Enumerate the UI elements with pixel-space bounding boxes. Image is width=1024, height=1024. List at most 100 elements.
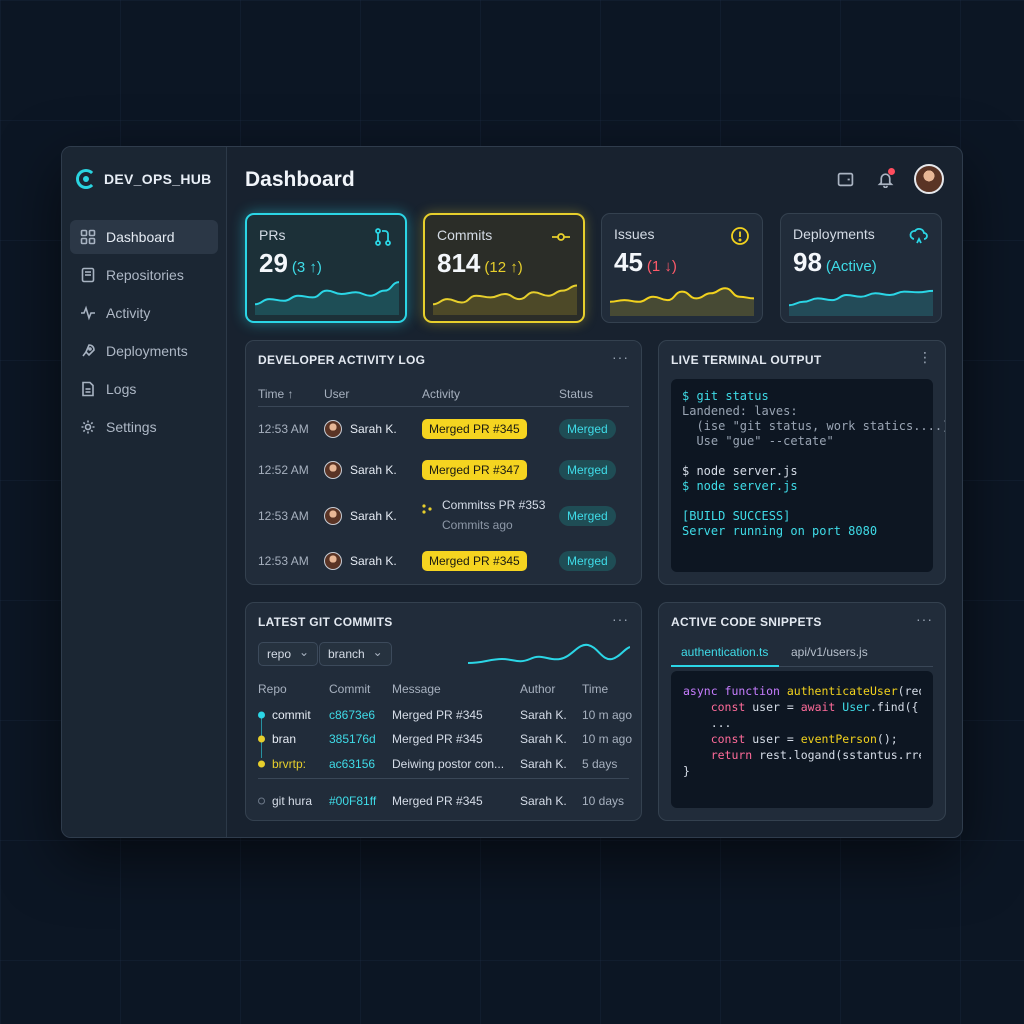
sparkline <box>433 284 577 315</box>
terminal-output[interactable]: $ git status Landened: laves: (ise "git s… <box>671 379 946 572</box>
main-content: Dashboard PRs 29 (3 ↑) Commits 814 (12 ↑) <box>228 147 962 837</box>
repo-icon <box>81 267 95 283</box>
commit-author: Sarah K. <box>520 757 567 771</box>
sidebar-item-label: Activity <box>106 305 151 321</box>
pull-request-icon <box>373 227 393 247</box>
sidebar-item-activity[interactable]: Activity <box>70 296 218 330</box>
more-icon[interactable]: ⋮ <box>918 349 933 366</box>
commit-time: 10 days <box>582 794 625 808</box>
sidebar-item-repositories[interactable]: Repositories <box>70 258 218 292</box>
sparkline <box>255 281 399 315</box>
cloud-icon <box>909 226 929 246</box>
commits-sparkline <box>468 643 630 664</box>
brand[interactable]: DEV_OPS_HUB <box>76 169 212 189</box>
column-header-time[interactable]: Time ↑ <box>258 387 294 401</box>
commit-repo: commit <box>272 708 311 722</box>
panel-title: ACTIVE CODE SNIPPETS <box>671 615 822 629</box>
sparkline <box>610 287 754 316</box>
kpi-label: Issues <box>614 226 655 242</box>
column-header-author[interactable]: Author <box>520 682 555 696</box>
avatar <box>324 461 342 479</box>
commit-repo: bran <box>272 732 297 746</box>
table-row[interactable]: 12:53 AM Sarah K. Merged PR #345 Merged <box>246 414 641 444</box>
branch-dropdown[interactable]: branch <box>319 641 392 666</box>
notification-badge <box>888 168 895 175</box>
sparkline-area <box>789 290 933 316</box>
table-row[interactable]: 12:53 AM Sarah K. Merged PR #345 Merged <box>246 546 641 576</box>
sidebar-item-logs[interactable]: Logs <box>70 372 218 406</box>
kpi-card-commits[interactable]: Commits 814 (12 ↑) <box>423 213 585 323</box>
more-icon[interactable]: ··· <box>612 349 629 365</box>
more-icon[interactable]: ··· <box>916 611 933 627</box>
terminal-line: $ node server.js <box>682 479 798 493</box>
gear-icon <box>81 420 95 434</box>
tab-users-api[interactable]: api/v1/users.js <box>791 645 868 659</box>
commit-time: 10 m ago <box>582 708 633 722</box>
alert-circle-icon <box>730 226 750 246</box>
commit-author: Sarah K. <box>520 708 567 722</box>
kpi-label: Commits <box>437 227 493 243</box>
avatar <box>324 420 342 438</box>
code-block[interactable]: async function authenticateUser(req, res… <box>671 671 933 808</box>
column-header-user[interactable]: User <box>324 387 349 401</box>
code-line: async function authenticateUser(req, res… <box>683 684 921 698</box>
column-header-repo[interactable]: Repo <box>258 682 287 696</box>
wallet-icon <box>837 172 853 186</box>
commit-row[interactable]: bran 385176d Merged PR #345 Sarah K. 10 m ag… <box>246 729 641 749</box>
kpi-card-deployments[interactable]: Deployments 98 (Active) <box>780 213 942 323</box>
row-time: 12:52 AM <box>258 463 309 477</box>
code-line: return rest.logand(sstantus.rresl); <box>683 748 921 762</box>
grid-icon <box>80 229 96 245</box>
sparkline-area <box>255 282 399 315</box>
wallet-button[interactable] <box>834 168 856 190</box>
commit-row[interactable]: brvrtp: ac63156 Deiwing postor con... Sarah… <box>246 754 641 774</box>
table-row[interactable]: 12:52 AM Sarah K. Merged PR #347 Merged <box>246 455 641 485</box>
terminal-panel: LIVE TERMINAL OUTPUT ⋮ $ git status Lande… <box>658 340 946 585</box>
commit-row[interactable]: git hura #00F81ff Merged PR #345 Sarah K. 10… <box>246 791 641 811</box>
commit-message: Deiwing postor con... <box>392 757 505 771</box>
commit-hash: ac63156 <box>329 757 376 771</box>
sidebar-item-label: Settings <box>106 419 157 435</box>
terminal-line: (ise "git status, work statics....) <box>682 419 946 433</box>
activity-pill: Merged PR #345 <box>422 551 527 571</box>
notifications-button[interactable] <box>874 168 896 190</box>
commit-author: Sarah K. <box>520 794 567 808</box>
git-commits-panel: LATEST GIT COMMITS ··· repo branch Repo … <box>245 602 642 821</box>
status-badge: Merged <box>559 419 616 439</box>
column-header-status[interactable]: Status <box>559 387 593 401</box>
sidebar-item-deployments[interactable]: Deployments <box>70 334 218 368</box>
activity-log-panel: DEVELOPER ACTIVITY LOG ··· Time ↑ User A… <box>245 340 642 585</box>
panel-title: LATEST GIT COMMITS <box>258 615 393 629</box>
sidebar-item-settings[interactable]: Settings <box>70 410 218 444</box>
commit-row[interactable]: commit c8673e6 Merged PR #345 Sarah K. 10 m … <box>246 705 641 725</box>
terminal-line: [BUILD SUCCESS] <box>682 509 791 523</box>
column-header-message[interactable]: Message <box>392 682 441 696</box>
table-row[interactable]: 12:53 AM Sarah K. Commitss PR #353 Commi… <box>246 493 641 539</box>
column-header-time[interactable]: Time <box>582 682 608 696</box>
user-avatar[interactable] <box>914 164 944 194</box>
sidebar-item-dashboard[interactable]: Dashboard <box>70 220 218 254</box>
row-time: 12:53 AM <box>258 509 309 523</box>
terminal-line: Server running on port 8080 <box>682 524 878 538</box>
column-header-commit[interactable]: Commit <box>329 682 370 696</box>
more-icon[interactable]: ··· <box>612 611 629 627</box>
tab-authentication[interactable]: authentication.ts <box>681 645 768 659</box>
kpi-card-prs[interactable]: PRs 29 (3 ↑) <box>245 213 407 323</box>
repo-dropdown[interactable]: repo <box>258 641 319 666</box>
column-header-activity[interactable]: Activity <box>422 387 460 401</box>
document-icon <box>82 381 94 397</box>
commit-message: Merged PR #345 <box>392 794 483 808</box>
commit-message: Merged PR #345 <box>392 732 483 746</box>
kpi-card-issues[interactable]: Issues 45 (1 ↓) <box>601 213 763 323</box>
sidebar: DEV_OPS_HUB Dashboard Repositories Activ… <box>62 147 227 837</box>
code-line: ... <box>683 716 732 730</box>
sidebar-nav: Dashboard Repositories Activity Deployme… <box>70 220 218 448</box>
terminal-line: $ node server.js <box>682 464 798 478</box>
row-activity: Commitss PR #353 <box>442 498 546 512</box>
row-activity-sub: Commits ago <box>442 518 513 532</box>
terminal-line: Landened: laves: <box>682 404 798 418</box>
header-actions <box>834 164 944 194</box>
logo-icon <box>76 169 96 189</box>
divider <box>258 778 629 779</box>
